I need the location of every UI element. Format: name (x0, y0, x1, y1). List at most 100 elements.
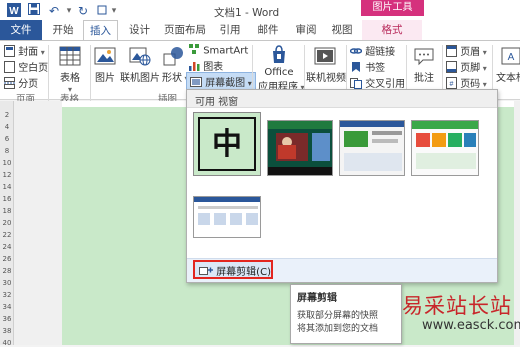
ruler-number: 34 (2, 303, 12, 311)
online-video-button[interactable]: 联机视频 (306, 45, 346, 84)
blank-page-button[interactable]: 空白页 (4, 59, 48, 76)
tab-format[interactable]: 格式 (362, 20, 422, 40)
thumb-tile (448, 133, 462, 147)
tooltip-title: 屏幕剪辑 (297, 293, 337, 304)
online-pictures-label: 联机图片 (120, 73, 160, 84)
smartart-icon (188, 43, 200, 58)
shapes-label: 形状 (162, 73, 182, 84)
screenshot-dropdown: 可用 视窗 中 屏幕剪辑(C) (186, 89, 498, 283)
thumb-person-body (278, 145, 296, 159)
ruler-number: 24 (2, 243, 12, 251)
blank-page-icon (4, 60, 15, 76)
smartart-button[interactable]: SmartArt (188, 43, 248, 58)
ruler-number: 36 (2, 315, 12, 323)
separator (48, 45, 49, 101)
tooltip-line-1: 获取部分屏幕的快照 (297, 311, 379, 321)
ruler-number: 22 (2, 231, 12, 239)
separator (90, 45, 91, 101)
cover-page-label: 封面 (18, 47, 39, 58)
ruler-number: 28 (2, 267, 12, 275)
page-break-button[interactable]: 分页 (4, 75, 38, 92)
available-windows-header: 可用 视窗 (187, 90, 497, 108)
thumb-tile (246, 213, 258, 225)
thumb-tile (416, 133, 430, 147)
ruler-number: 2 (4, 111, 10, 119)
window-thumbnail-4[interactable] (411, 120, 479, 176)
cover-page-button[interactable]: 封面 ▾ (4, 43, 45, 60)
online-picture-icon (129, 45, 151, 67)
comment-button[interactable]: 批注 (410, 45, 438, 84)
textbox-icon: A (500, 45, 520, 67)
pictures-button[interactable]: 图片 (93, 45, 117, 84)
tooltip-line-2: 将其添加到您的文档 (297, 324, 379, 334)
screen-clipping-icon (199, 265, 213, 279)
screen-clipping-button[interactable]: 屏幕剪辑(C) (193, 260, 273, 279)
hyperlink-icon (349, 45, 363, 60)
header-button[interactable]: 页眉 ▾ (446, 43, 487, 60)
table-label: 表格 (60, 73, 80, 84)
tab-design[interactable]: 设计 (122, 20, 157, 40)
ruler-number: 30 (2, 279, 12, 287)
thumb-controls (268, 167, 332, 175)
hyperlink-button[interactable]: 超链接 (349, 43, 396, 60)
ruler-number: 12 (2, 171, 12, 179)
tab-page-layout[interactable]: 页面布局 (160, 20, 210, 40)
tab-home[interactable]: 开始 (47, 20, 79, 40)
page-break-label: 分页 (18, 79, 39, 90)
thumb-content (344, 153, 402, 171)
window-thumbnail-5[interactable] (193, 196, 261, 238)
vertical-ruler: 2 4 6 8 10 12 14 16 18 20 22 24 26 28 30 32 34 36 38 40 (0, 101, 14, 347)
comment-label: 批注 (414, 73, 434, 84)
redo-icon[interactable]: ↻ (75, 3, 91, 19)
svg-text:#: # (450, 81, 454, 88)
footer-button[interactable]: 页脚 ▾ (446, 59, 487, 76)
pictures-label: 图片 (95, 73, 115, 84)
tab-review[interactable]: 审阅 (290, 20, 322, 40)
shapes-button[interactable]: 形状 ▾ (162, 45, 189, 84)
ruler-number: 32 (2, 291, 12, 299)
window-thumbnail-1[interactable]: 中 (193, 112, 261, 176)
tab-insert[interactable]: 插入 (83, 20, 118, 40)
office-apps-label-1: Office (264, 67, 294, 78)
page-break-icon (4, 76, 15, 92)
thumbnail-char: 中 (198, 117, 256, 171)
textbox-label: 文本框 (496, 73, 520, 84)
svg-text:A: A (508, 52, 515, 63)
tooltip-body: 获取部分屏幕的快照 将其添加到您的文档 (297, 310, 395, 336)
bookmark-icon (350, 61, 362, 76)
window-thumbnail-2[interactable] (267, 120, 333, 176)
thumb-line (372, 139, 398, 143)
ruler-number: 6 (4, 135, 10, 143)
table-button[interactable]: 表格 ▾ (56, 45, 84, 95)
screen-clipping-label: 屏幕剪辑(C) (216, 267, 271, 278)
office-apps-button[interactable]: Office 应用程序 ▾ (258, 43, 305, 93)
word-logo-icon: W (6, 3, 22, 19)
blank-page-label: 空白页 (18, 63, 49, 74)
tab-view[interactable]: 视图 (326, 20, 358, 40)
hyperlink-label: 超链接 (365, 47, 396, 58)
shapes-icon (163, 45, 185, 67)
cover-page-icon (4, 44, 15, 60)
toolbar-more-icon[interactable]: ▾ (106, 3, 122, 19)
footer-icon (446, 60, 457, 76)
tab-references[interactable]: 引用 (214, 20, 246, 40)
thumb-tile (432, 133, 446, 147)
window-thumbnail-3[interactable] (339, 120, 405, 176)
bookmark-button[interactable]: 书签 (350, 59, 385, 76)
save-icon[interactable] (26, 3, 42, 19)
bookmark-label: 书签 (365, 63, 386, 74)
footer-label: 页脚 (460, 63, 481, 74)
tab-file[interactable]: 文件 (0, 20, 42, 40)
tab-mailings[interactable]: 邮件 (252, 20, 284, 40)
ruler-number: 26 (2, 255, 12, 263)
online-pictures-button[interactable]: 联机图片 (120, 45, 160, 84)
ruler-number: 4 (4, 123, 10, 131)
undo-icon[interactable]: ↶ (46, 3, 62, 19)
header-label: 页眉 (460, 47, 481, 58)
textbox-button[interactable]: A 文本框 (496, 45, 520, 84)
header-icon (446, 44, 457, 60)
thumb-sidebar (312, 133, 330, 161)
online-video-label: 联机视频 (306, 73, 346, 84)
ruler-number: 40 (2, 339, 12, 347)
ribbon-tabs: 文件 开始 插入 设计 页面布局 引用 邮件 审阅 视图 格式 (0, 20, 520, 40)
